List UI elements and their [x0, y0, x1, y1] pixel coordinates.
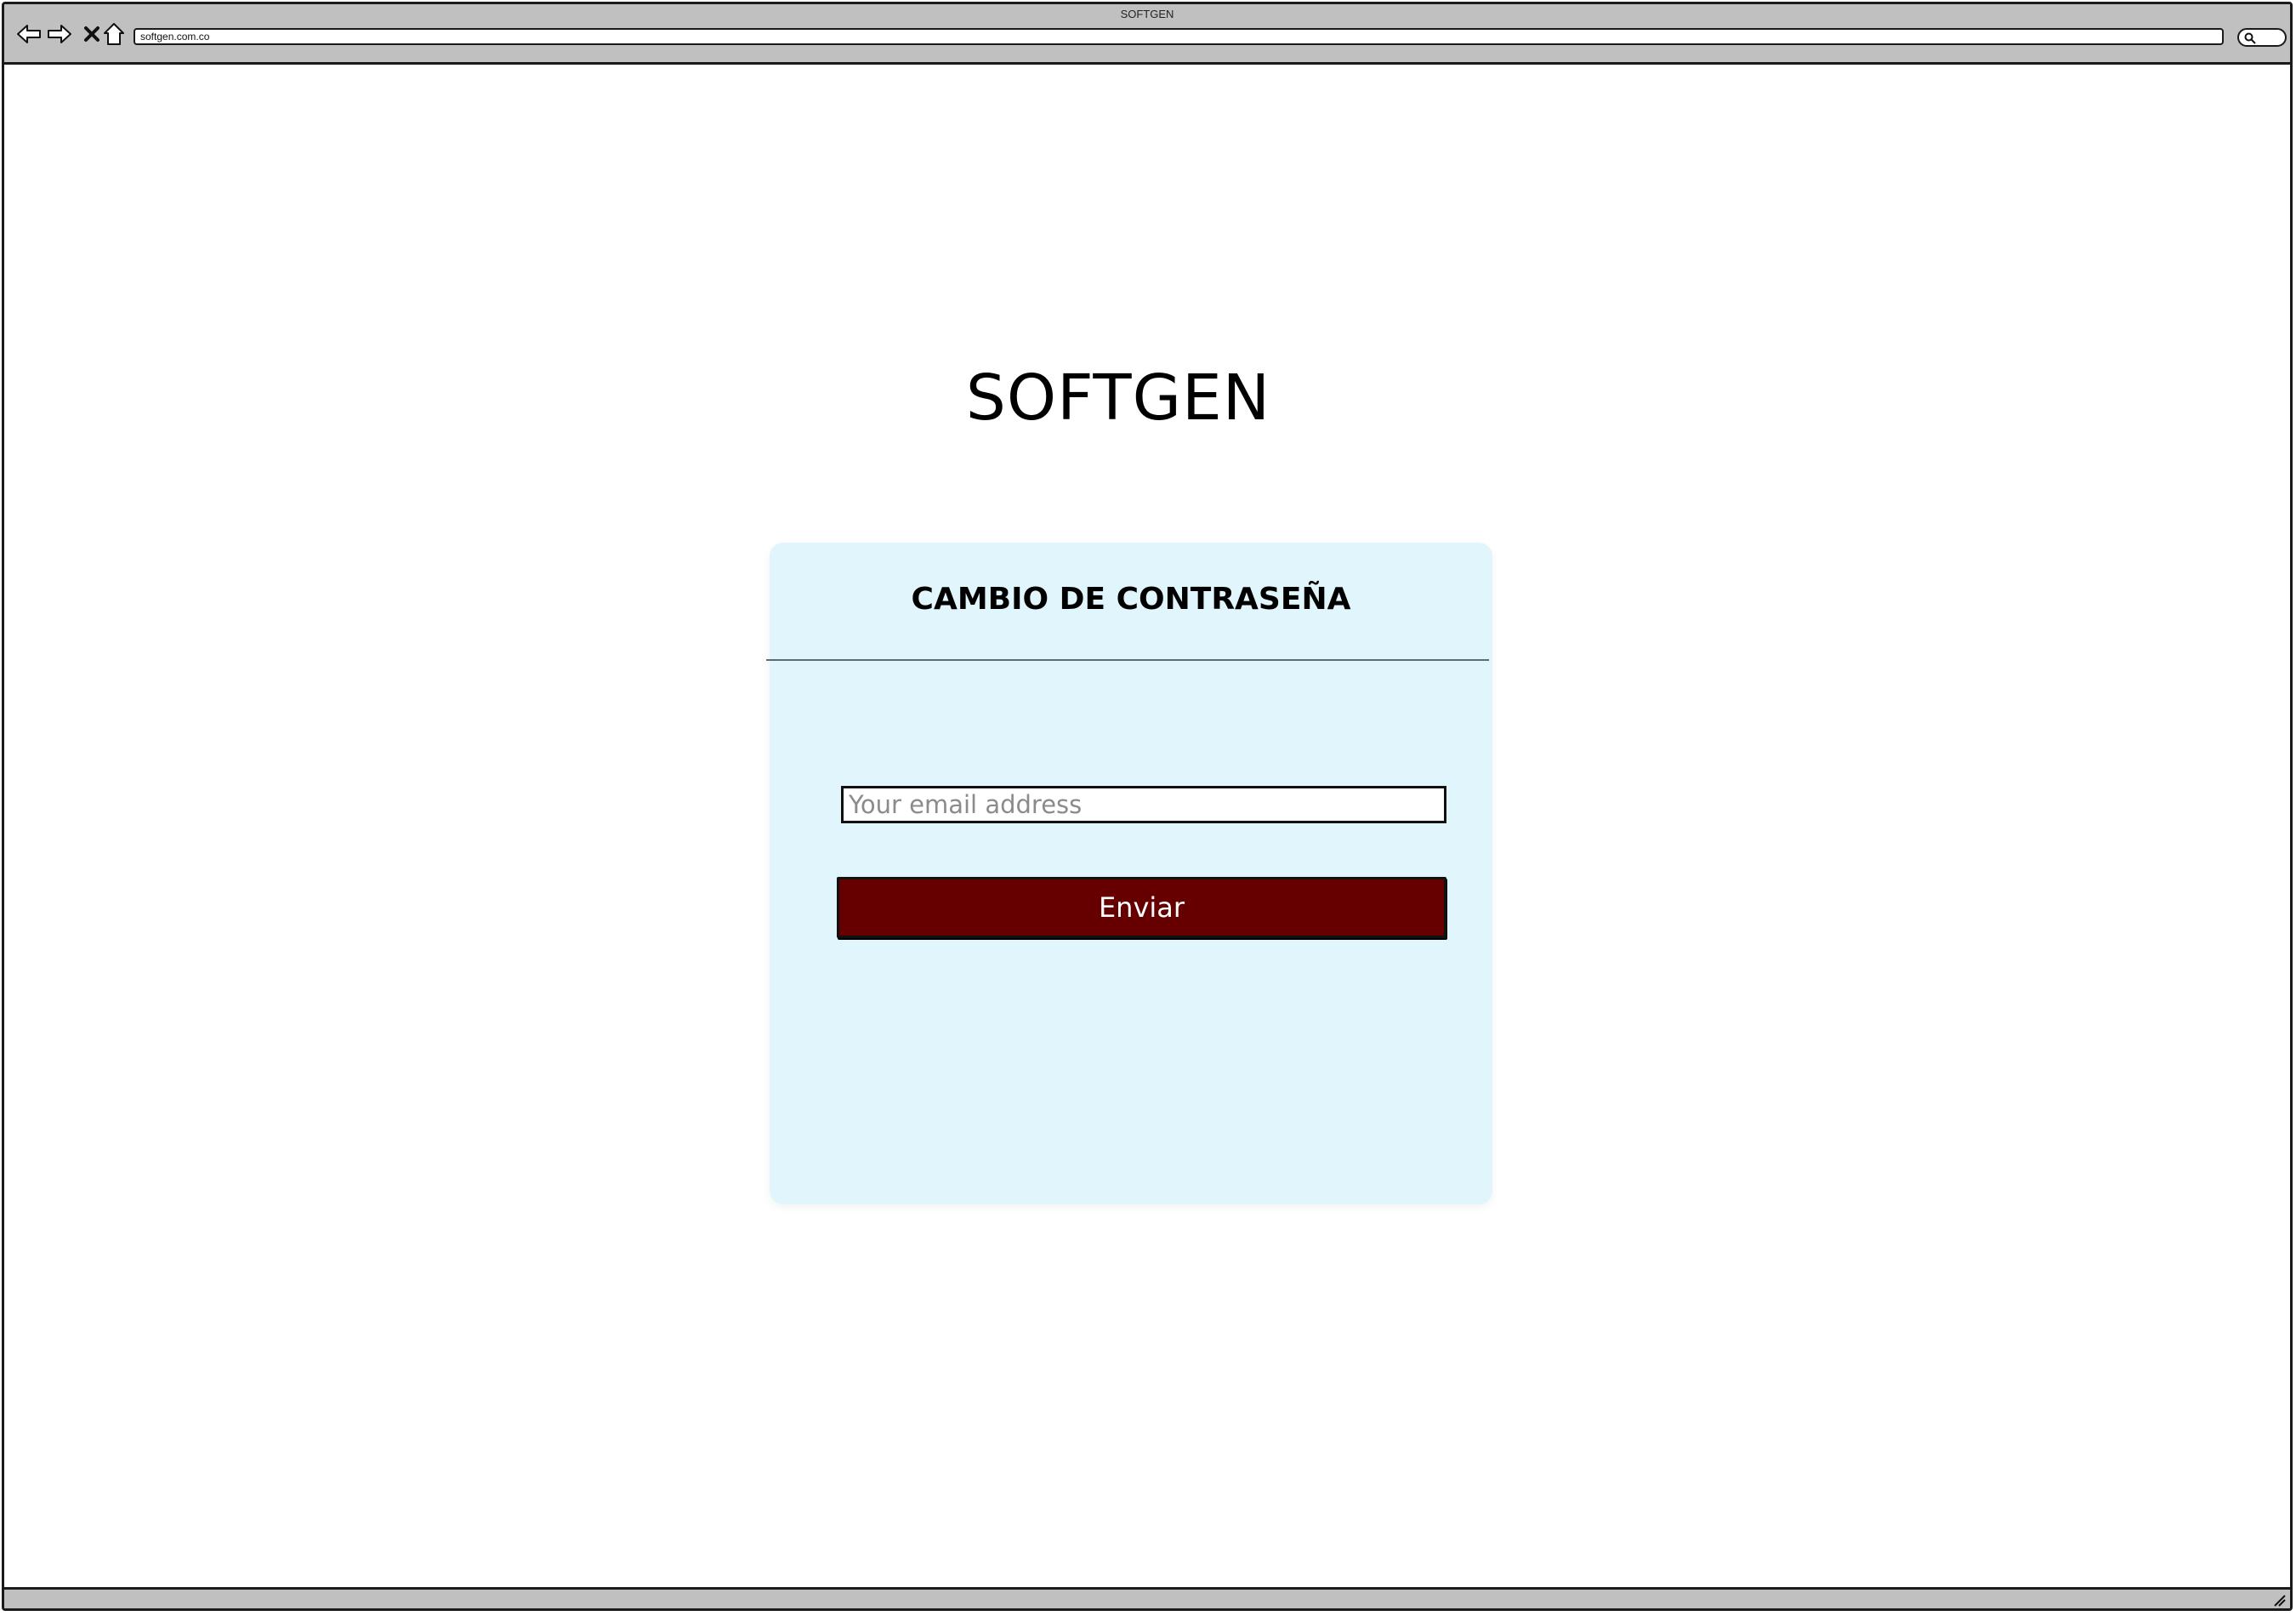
window-title: SOFTGEN — [1120, 8, 1174, 20]
forward-button[interactable] — [47, 21, 72, 47]
site-logo: SOFTGEN — [965, 361, 1271, 435]
password-reset-card: CAMBIO DE CONTRASEÑA Enviar — [766, 543, 1492, 1204]
browser-toolbar: SOFTGEN softgen.com.co — [4, 4, 2290, 65]
resize-grip-icon[interactable] — [2273, 1595, 2287, 1607]
home-icon — [104, 23, 124, 45]
submit-button[interactable]: Enviar — [837, 877, 1446, 938]
close-icon — [84, 26, 99, 42]
home-button[interactable] — [101, 21, 127, 47]
card-divider — [766, 659, 1489, 661]
search-icon — [2244, 32, 2256, 44]
browser-search-button[interactable] — [2237, 28, 2287, 47]
arrow-right-icon — [48, 25, 71, 43]
address-bar[interactable]: softgen.com.co — [134, 28, 2224, 45]
card-title: CAMBIO DE CONTRASEÑA — [911, 582, 1351, 617]
status-bar — [4, 1587, 2290, 1608]
back-button[interactable] — [16, 21, 42, 47]
browser-window: SOFTGEN softgen.com.co SOFTGEN CAMBIO DE… — [2, 2, 2293, 1611]
email-field[interactable] — [841, 786, 1446, 823]
arrow-left-icon — [17, 25, 41, 43]
